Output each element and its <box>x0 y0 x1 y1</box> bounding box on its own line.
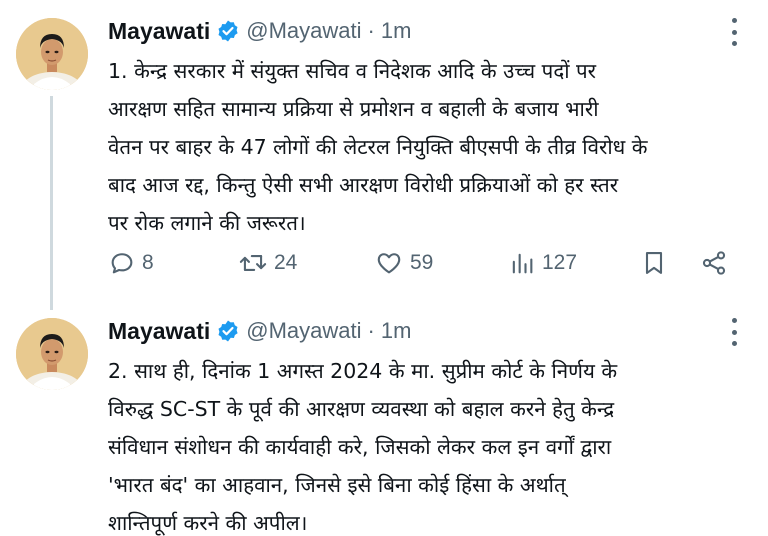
tweet-header: Mayawati @Mayawati · 1m <box>108 314 411 348</box>
heart-icon <box>377 253 401 274</box>
tweet-text-line: संविधान संशोधन की कार्यवाही करे, जिसको ल… <box>108 435 612 459</box>
more-options-icon[interactable] <box>722 318 746 346</box>
author-name[interactable]: Mayawati <box>108 318 210 345</box>
tweet-text-line: वेतन पर बाहर के 47 लोगों की लेटरल नियुक्… <box>108 135 648 159</box>
tweet-text-line: बाद आज रद्द, किन्तु ऐसी सभी आरक्षण विरोध… <box>108 173 619 197</box>
retweet-icon <box>239 255 267 271</box>
more-dot <box>731 29 737 35</box>
tweet-text-line: 1. केन्द्र सरकार में संयुक्त सचिव व निदे… <box>108 59 597 83</box>
more-options-icon[interactable] <box>722 18 746 46</box>
like-count: 59 <box>410 251 434 274</box>
retweet-count: 24 <box>274 251 298 274</box>
retweet-button[interactable]: 24 <box>238 245 297 281</box>
verified-badge-icon <box>218 320 238 342</box>
tweet-text-line: 2. साथ ही, दिनांक 1 अगस्त 2024 के मा. सु… <box>108 359 618 383</box>
author-handle[interactable]: @Mayawati <box>246 18 361 44</box>
bookmark-button[interactable] <box>640 245 668 281</box>
more-dot <box>731 318 737 323</box>
tweet-text: 1. केन्द्र सरकार में संयुक्त सचिव व निदे… <box>108 52 748 242</box>
views-button[interactable]: 127 <box>508 245 577 281</box>
bookmark-icon <box>645 252 663 274</box>
more-dot <box>731 18 737 23</box>
author-name[interactable]: Mayawati <box>108 18 210 45</box>
tweet-text-line: आरक्षण सहित सामान्य प्रक्रिया से प्रमोशन… <box>108 97 599 121</box>
timestamp[interactable]: 1m <box>381 18 412 44</box>
reply-icon <box>111 253 133 274</box>
tweet-text-line: पर रोक लगाने की जरूरत। <box>108 211 306 235</box>
tweet[interactable]: Mayawati @Mayawati · 1m 1. केन्द्र सरकार… <box>0 0 768 310</box>
separator-dot: · <box>367 18 375 43</box>
more-dot <box>731 41 737 46</box>
author-handle[interactable]: @Mayawati <box>246 318 361 344</box>
tweet-text-line: 'भारत बंद' का आहवान, जिनसे इसे बिना कोई … <box>108 473 566 497</box>
reply-count: 8 <box>142 251 154 274</box>
tweet-text-line: शान्तिपूर्ण करने की अपील। <box>108 511 308 535</box>
tweet-header: Mayawati @Mayawati · 1m <box>108 14 411 48</box>
tweet-actions: 8 24 59 127 <box>108 245 738 281</box>
separator-dot: · <box>367 318 375 343</box>
timestamp[interactable]: 1m <box>381 318 412 344</box>
share-button[interactable] <box>700 245 728 281</box>
reply-button[interactable]: 8 <box>108 245 154 281</box>
more-dot <box>731 329 737 335</box>
thread-connector-line <box>50 96 53 310</box>
tweet-text-line: विरुद्ध SC-ST के पूर्व की आरक्षण व्यवस्थ… <box>108 397 615 421</box>
tweet-text: 2. साथ ही, दिनांक 1 अगस्त 2024 के मा. सु… <box>108 352 748 536</box>
views-count: 127 <box>542 251 578 274</box>
verified-badge-icon <box>218 20 238 42</box>
avatar-portrait-icon <box>16 318 88 390</box>
tweet[interactable]: Mayawati @Mayawati · 1m 2. साथ ही, दिनां… <box>0 300 768 536</box>
share-icon <box>702 251 726 275</box>
more-dot <box>731 341 737 346</box>
avatar[interactable] <box>16 18 88 90</box>
like-button[interactable]: 59 <box>374 245 433 281</box>
views-bar-chart-icon <box>512 253 533 274</box>
avatar[interactable] <box>16 318 88 390</box>
avatar-portrait-icon <box>16 18 88 90</box>
